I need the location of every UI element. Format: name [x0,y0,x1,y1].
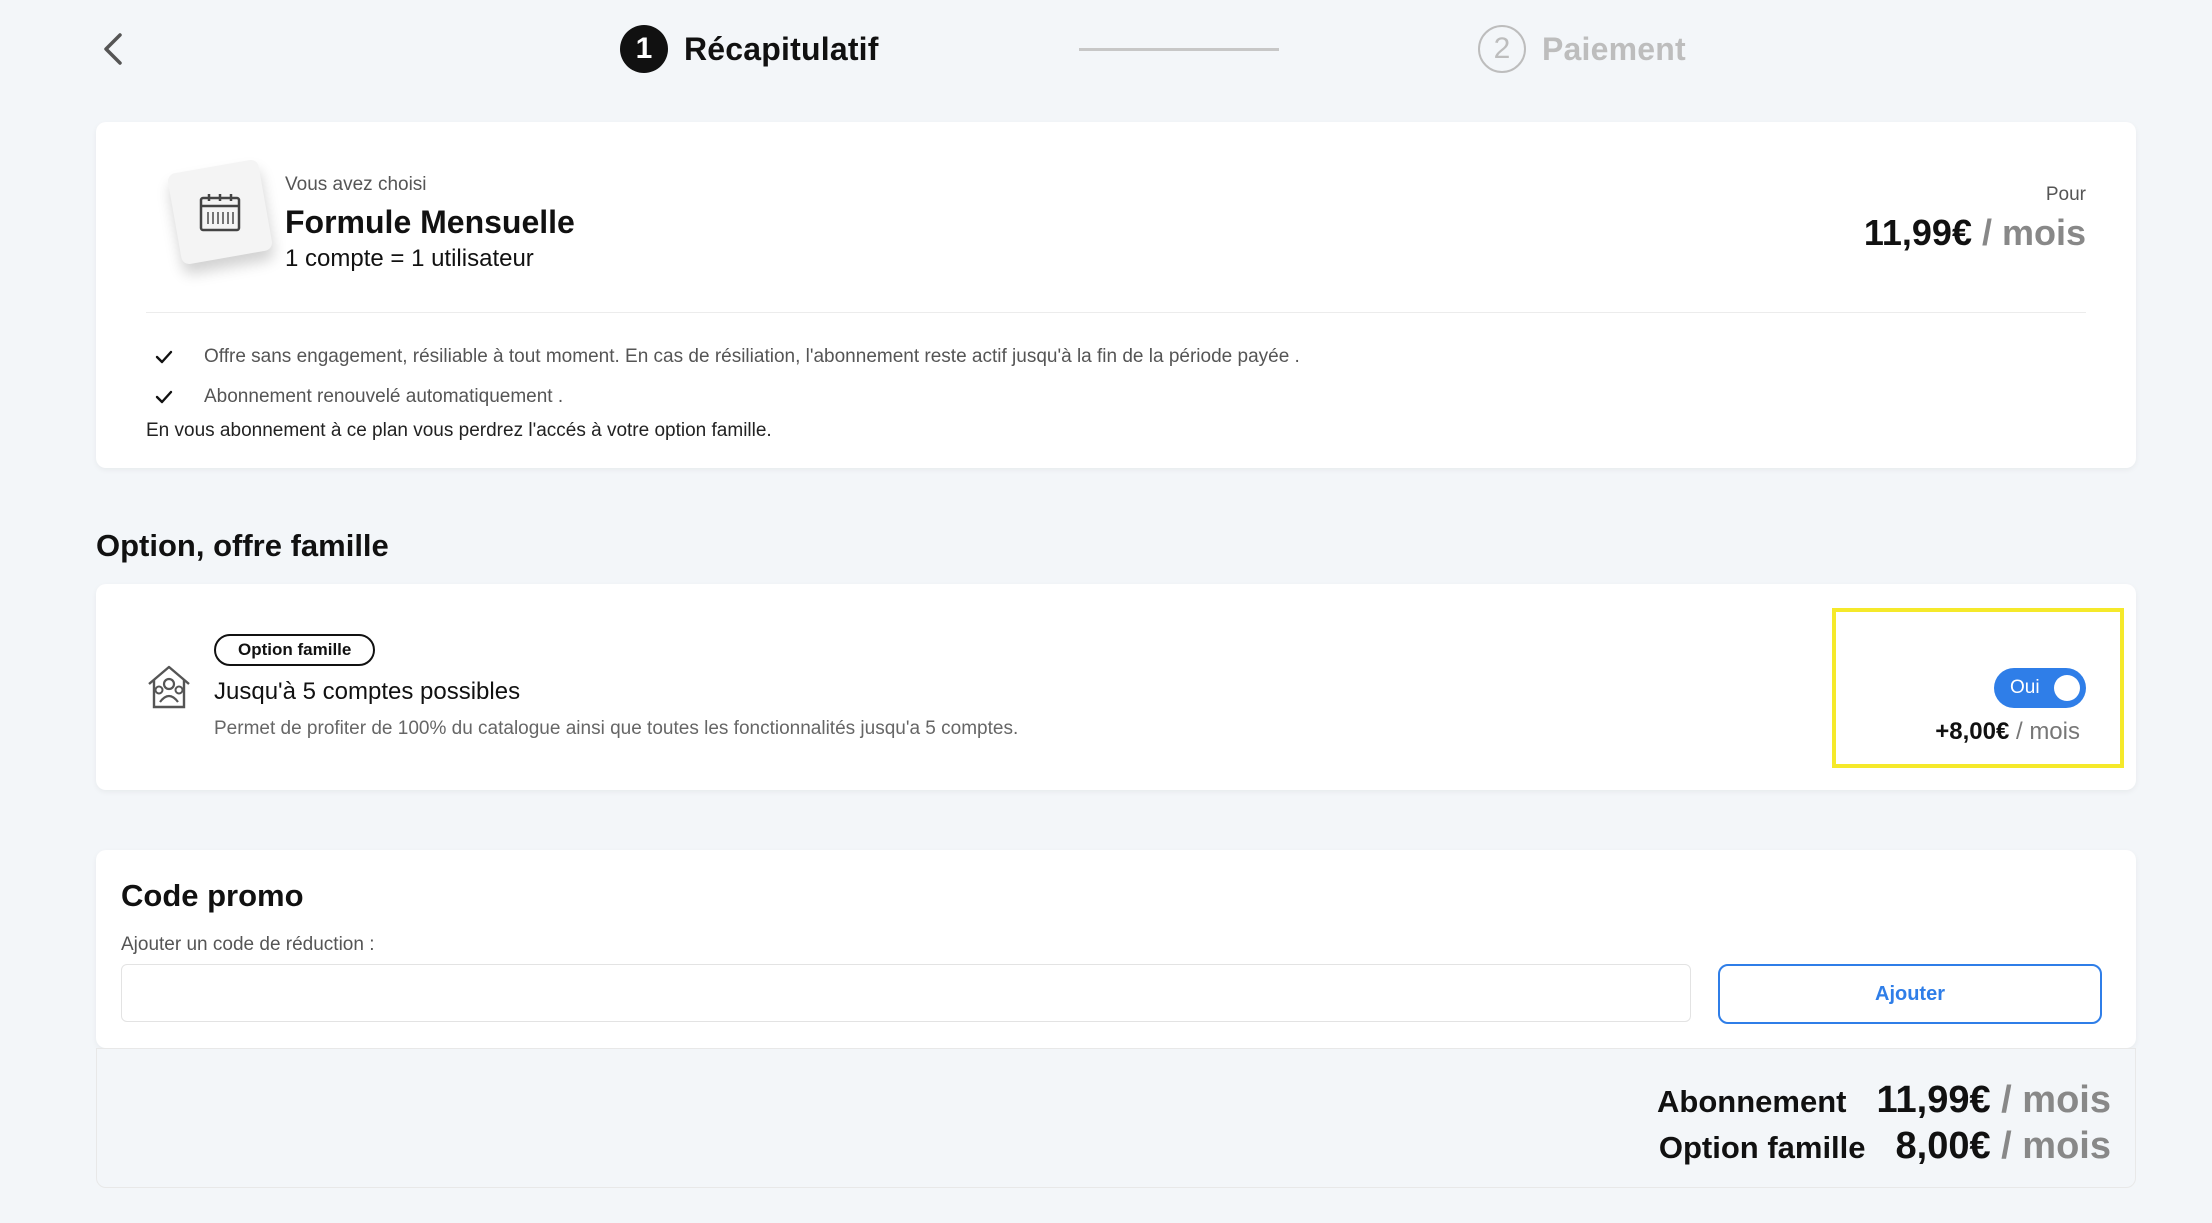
summary-label: Option famille [1658,1130,1866,1165]
step-label-2: Paiement [1542,30,1686,67]
plan-warning: En vous abonnement à ce plan vous perdre… [146,420,772,441]
plan-info: Vous avez choisi Formule Mensuelle 1 com… [285,174,575,273]
family-house-icon [148,665,190,709]
chevron-left-icon [104,33,122,65]
option-price-unit: / mois [2009,718,2080,745]
summary-value: 8,00€ / mois [1896,1125,2111,1168]
plan-chosen-label: Vous avez choisi [285,174,427,195]
feature-item: Offre sans engagement, résiliable à tout… [154,346,1300,368]
option-price: +8,00€ / mois [1935,718,2080,746]
back-button[interactable] [92,26,134,72]
step-paiement: 2 Paiement [1478,22,1686,76]
promo-title: Code promo [121,878,304,913]
plan-icon-tile [166,158,274,266]
option-description: Permet de profiter de 100% du catalogue … [214,718,1019,739]
summary-unit: / mois [1990,1125,2111,1167]
family-option-toggle[interactable]: Oui [1994,668,2086,708]
step-number-1: 1 [620,25,668,73]
summary-amount: 11,99€ [1876,1079,1991,1121]
step-number-2: 2 [1478,25,1526,73]
plan-price-block: Pour 11,99€ / mois [1864,184,2086,254]
promo-label: Ajouter un code de réduction : [121,934,375,955]
add-promo-button[interactable]: Ajouter [1718,964,2102,1024]
toggle-knob [2054,675,2080,701]
price-summary-card: Abonnement 11,99€ / mois Option famille … [96,1048,2136,1188]
option-price-amount: +8,00€ [1935,718,2010,745]
plan-price-amount: 11,99€ [1863,212,1972,253]
step-recapitulatif: 1 Récapitulatif [620,22,879,76]
summary-value: 11,99€ / mois [1876,1079,2111,1122]
summary-row-option-famille: Option famille 8,00€ / mois [1659,1125,2111,1168]
option-name: Jusqu'à 5 comptes possibles [214,678,521,705]
plan-price: 11,99€ / mois [1864,212,2086,254]
plan-divider [146,312,2086,313]
summary-row-abonnement: Abonnement 11,99€ / mois [1657,1079,2111,1122]
calendar-icon [199,194,241,232]
feature-text: Abonnement renouvelé automatiquement . [204,386,564,407]
summary-unit: / mois [1990,1079,2111,1121]
summary-label: Abonnement [1657,1084,1847,1119]
check-icon [155,390,173,404]
promo-card: Code promo Ajouter un code de réduction … [96,850,2136,1048]
option-section-title: Option, offre famille [96,528,389,563]
plan-price-unit: / mois [1971,212,2086,253]
family-option-card: Option famille Jusqu'à 5 comptes possibl… [96,584,2136,790]
plan-price-for: Pour [2045,184,2086,205]
step-label-1: Récapitulatif [684,30,879,67]
plan-name: Formule Mensuelle [285,204,575,240]
plan-summary-card: Vous avez choisi Formule Mensuelle 1 com… [96,122,2136,468]
promo-code-input[interactable] [121,964,1691,1022]
check-icon [155,350,173,364]
feature-item: Abonnement renouvelé automatiquement . [154,386,563,408]
stepper-connector [1079,48,1279,51]
plan-description: 1 compte = 1 utilisateur [285,245,534,272]
toggle-label: Oui [2010,677,2040,698]
feature-text: Offre sans engagement, résiliable à tout… [204,346,1300,367]
option-badge: Option famille [214,634,376,666]
summary-amount: 8,00€ [1895,1125,1991,1167]
